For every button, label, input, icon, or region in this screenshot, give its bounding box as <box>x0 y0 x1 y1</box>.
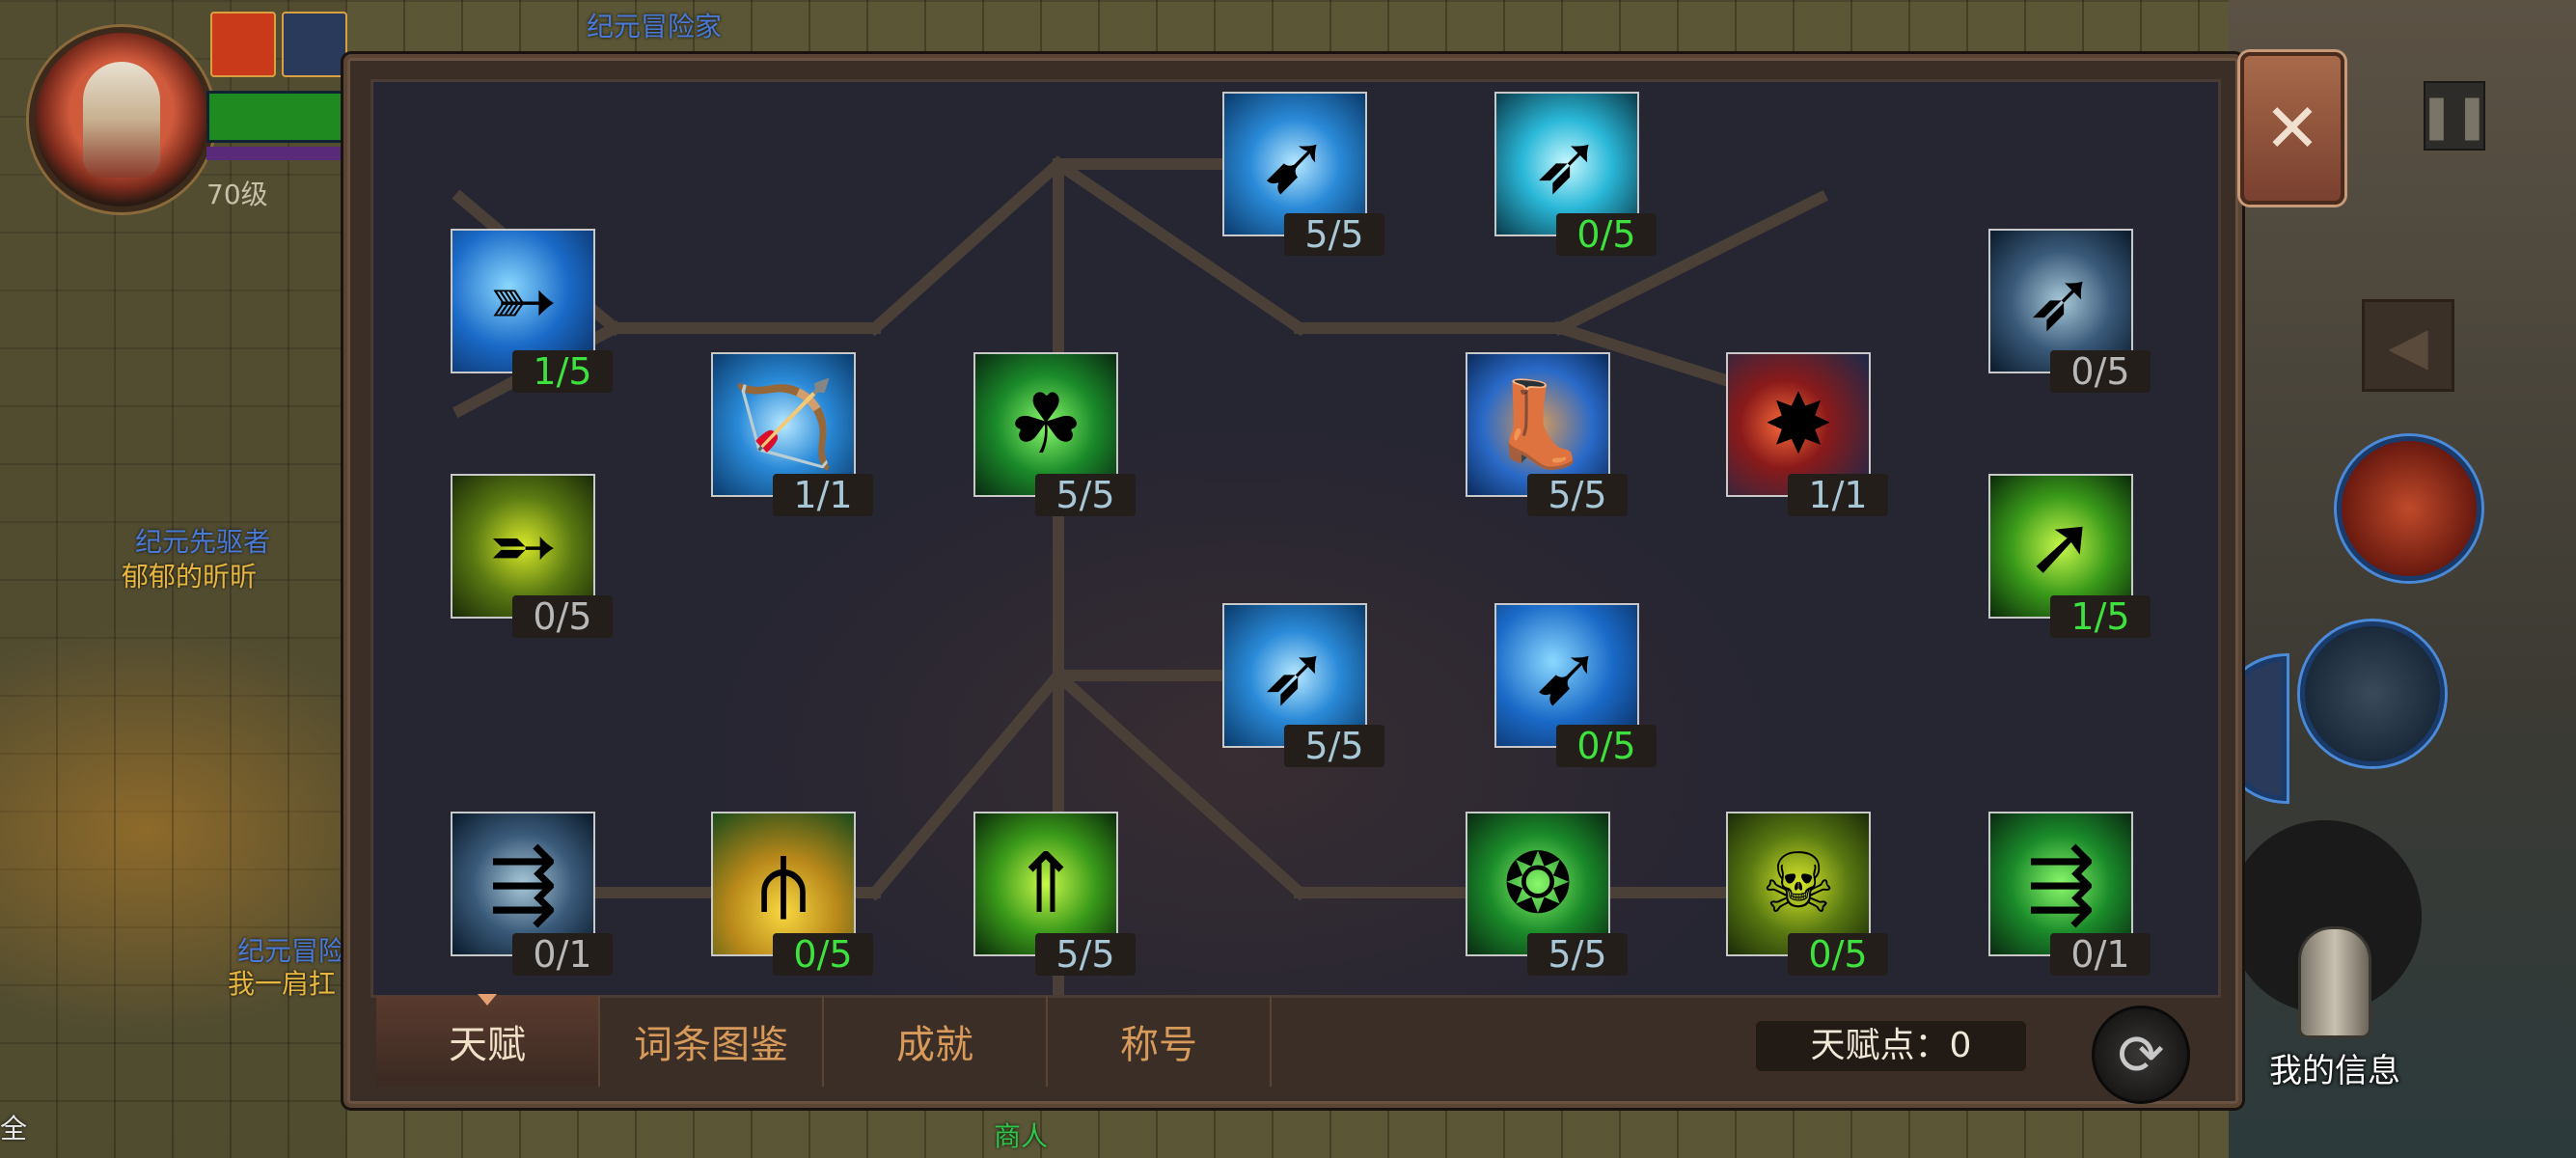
talent-count: 5/5 <box>1284 213 1384 256</box>
skill-arrows-icon[interactable] <box>2300 621 2445 766</box>
talent-node[interactable]: ✸ 1/1 <box>1726 352 1888 516</box>
talent-node[interactable]: ☠ 0/5 <box>1726 812 1888 976</box>
npc-name-label: 纪元冒险家 <box>587 11 723 42</box>
hero-face <box>83 62 160 178</box>
talent-node[interactable]: 👢 5/5 <box>1466 352 1628 516</box>
talent-count: 5/5 <box>1527 933 1628 976</box>
talent-node[interactable]: ⇶ 0/1 <box>1988 812 2151 976</box>
talent-tree: ➳ 1/5 ➵ 0/5 🏹 1/1 ☘ 5/5 ➹ 5/5 ➶ 0/5 👢 5/… <box>370 79 2221 998</box>
talent-node[interactable]: ❂ 5/5 <box>1466 812 1628 976</box>
close-icon: ✕ <box>2263 89 2321 168</box>
player-portrait[interactable] <box>29 27 214 212</box>
talent-node[interactable]: ➶ 5/5 <box>1222 603 1384 767</box>
talent-count: 0/5 <box>773 933 873 976</box>
armor-buff-icon[interactable] <box>210 12 276 77</box>
tab-titles[interactable]: 称号 <box>1048 996 1272 1087</box>
npc-name-label: 我一肩扛 <box>228 968 337 1000</box>
talent-node[interactable]: 🏹 1/1 <box>711 352 873 516</box>
talent-count: 5/5 <box>1527 474 1628 516</box>
refresh-icon: ⟳ <box>2117 1022 2165 1088</box>
tab-affix-codex[interactable]: 词条图鉴 <box>600 996 824 1087</box>
talent-node[interactable]: ➶ 0/5 <box>1988 229 2151 393</box>
collapse-button[interactable]: ◀ <box>2362 299 2454 392</box>
close-button[interactable]: ✕ <box>2240 52 2344 205</box>
reset-talents-button[interactable]: ⟳ <box>2092 1006 2190 1104</box>
talent-node[interactable]: ➵ 0/5 <box>451 474 613 638</box>
tab-talent[interactable]: 天赋 <box>376 994 600 1087</box>
talent-count: 1/5 <box>2050 595 2151 638</box>
hp-bar <box>206 91 347 143</box>
helmet-icon <box>2298 926 2371 1038</box>
talent-count: 0/5 <box>1556 725 1657 767</box>
talent-count: 0/5 <box>2050 350 2151 393</box>
talent-count: 0/5 <box>512 595 613 638</box>
merchant-label: 商人 <box>994 1120 1049 1152</box>
wolf-buff-icon[interactable] <box>282 12 347 77</box>
talent-node[interactable]: ➹ 0/5 <box>1494 603 1657 767</box>
panel-tabs: 天赋 词条图鉴 成就 称号 <box>376 994 1272 1087</box>
talent-node[interactable]: ⇶ 0/1 <box>451 812 613 976</box>
player-level: 70级 <box>206 179 268 210</box>
talent-panel: ➳ 1/5 ➵ 0/5 🏹 1/1 ☘ 5/5 ➹ 5/5 ➶ 0/5 👢 5/… <box>343 54 2242 1108</box>
talent-count: 5/5 <box>1035 474 1136 516</box>
talent-count: 0/1 <box>512 933 613 976</box>
pause-button[interactable]: ❚❚ <box>2419 81 2490 151</box>
my-info-button[interactable]: 我的信息 <box>2258 926 2412 1091</box>
pause-icon: ❚❚ <box>2419 91 2490 141</box>
npc-name-label: 纪元先驱者 <box>135 526 271 558</box>
tab-achievements[interactable]: 成就 <box>824 996 1048 1087</box>
talent-node[interactable]: ➹ 5/5 <box>1222 92 1384 256</box>
talent-count: 0/5 <box>1556 213 1657 256</box>
triangle-left-icon: ◀ <box>2388 315 2428 376</box>
talent-count: 0/1 <box>2050 933 2151 976</box>
talent-count: 5/5 <box>1284 725 1384 767</box>
talent-count: 5/5 <box>1035 933 1136 976</box>
mp-bar <box>206 147 342 160</box>
chat-channel-label: 全 <box>0 1113 28 1144</box>
talent-count: 1/5 <box>512 350 613 393</box>
talent-node[interactable]: ⇑ 5/5 <box>973 812 1136 976</box>
skill-dragon-icon[interactable] <box>2337 436 2481 581</box>
talent-node[interactable]: ⫛ 0/5 <box>711 812 873 976</box>
talent-node[interactable]: ☘ 5/5 <box>973 352 1136 516</box>
npc-name-label: 郁郁的昕昕 <box>122 561 258 593</box>
talent-node[interactable]: ➶ 0/5 <box>1494 92 1657 256</box>
talent-node[interactable]: ➚ 1/5 <box>1988 474 2151 638</box>
talent-points: 天赋点：0 <box>1756 1021 2026 1071</box>
talent-count: 1/1 <box>773 474 873 516</box>
talent-count: 0/5 <box>1788 933 1888 976</box>
my-info-label: 我的信息 <box>2269 1053 2400 1089</box>
talent-count: 1/1 <box>1788 474 1888 516</box>
talent-node[interactable]: ➳ 1/5 <box>451 229 613 393</box>
